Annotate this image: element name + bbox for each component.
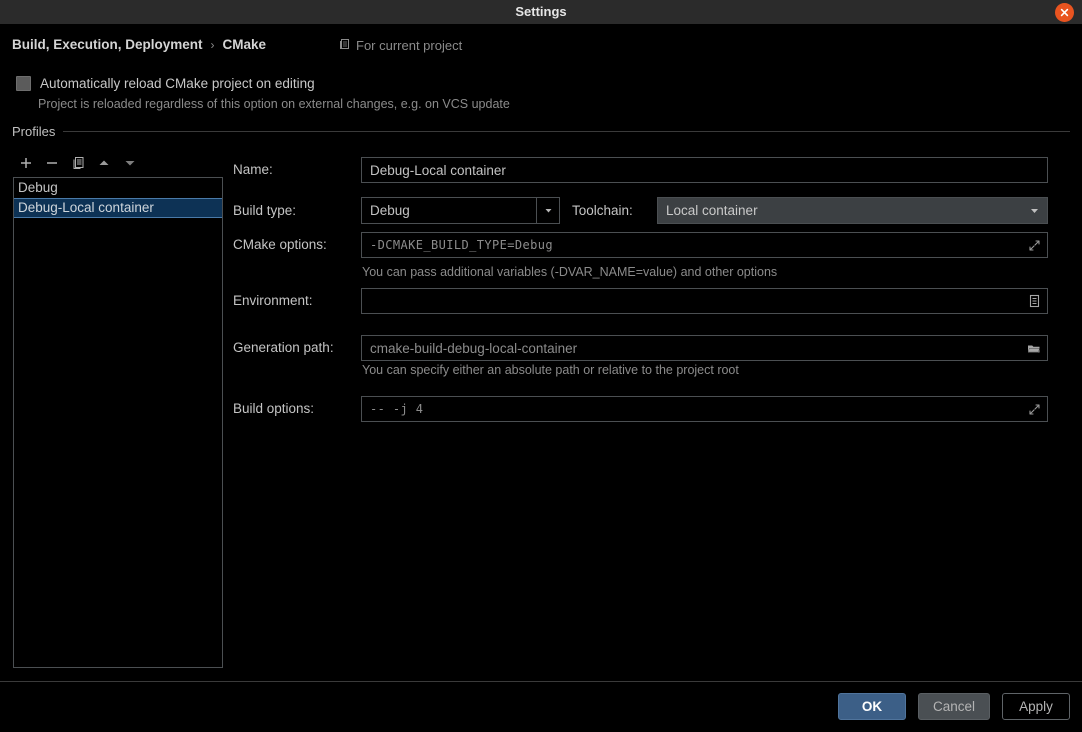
name-label: Name: — [233, 162, 273, 177]
title-bar: Settings — [0, 0, 1082, 24]
cmake-options-value: -DCMAKE_BUILD_TYPE=Debug — [370, 238, 553, 252]
name-input[interactable]: Debug-Local container — [361, 157, 1048, 183]
profiles-group-title: Profiles — [12, 124, 56, 139]
generation-path-hint: You can specify either an absolute path … — [362, 363, 739, 377]
expand-icon[interactable] — [1025, 400, 1043, 418]
minus-icon — [45, 156, 59, 170]
build-type-label: Build type: — [233, 203, 297, 218]
generation-path-value: cmake-build-debug-local-container — [370, 340, 578, 356]
build-options-value: -- -j 4 — [370, 402, 424, 416]
scope-indicator: For current project — [338, 38, 462, 53]
build-options-label: Build options: — [233, 401, 315, 416]
move-down-button[interactable] — [118, 152, 142, 174]
generation-path-input[interactable]: cmake-build-debug-local-container — [361, 335, 1048, 361]
profiles-list[interactable]: Debug Debug-Local container — [13, 177, 223, 668]
toolchain-select[interactable]: Local container — [657, 197, 1048, 224]
arrow-down-icon — [123, 156, 137, 170]
profiles-group-header: Profiles — [12, 124, 1070, 139]
expand-icon[interactable] — [1025, 236, 1043, 254]
apply-button[interactable]: Apply — [1002, 693, 1070, 720]
cmake-options-hint: You can pass additional variables (-DVAR… — [362, 265, 778, 279]
auto-reload-checkbox[interactable] — [16, 76, 31, 91]
name-input-value: Debug-Local container — [370, 162, 506, 178]
breadcrumb: Build, Execution, Deployment › CMake — [12, 37, 266, 52]
remove-profile-button[interactable] — [40, 152, 64, 174]
breadcrumb-current: CMake — [222, 37, 267, 52]
build-type-select[interactable]: Debug — [361, 197, 560, 224]
footer-divider — [0, 681, 1082, 682]
copy-icon — [338, 38, 350, 53]
dialog-footer: OK Cancel Apply — [837, 693, 1070, 720]
auto-reload-label: Automatically reload CMake project on ed… — [40, 76, 315, 91]
scope-label: For current project — [356, 38, 463, 53]
build-type-value: Debug — [370, 203, 410, 218]
auto-reload-checkbox-row[interactable]: Automatically reload CMake project on ed… — [16, 76, 315, 91]
environment-label: Environment: — [233, 293, 313, 308]
group-divider — [63, 131, 1070, 132]
auto-reload-hint: Project is reloaded regardless of this o… — [38, 97, 510, 111]
list-item[interactable]: Debug-Local container — [14, 198, 222, 218]
breadcrumb-root[interactable]: Build, Execution, Deployment — [12, 37, 203, 52]
cancel-button[interactable]: Cancel — [917, 693, 990, 720]
cmake-options-input[interactable]: -DCMAKE_BUILD_TYPE=Debug — [361, 232, 1048, 258]
list-icon[interactable] — [1025, 292, 1043, 310]
arrow-up-icon — [97, 156, 111, 170]
folder-icon[interactable] — [1025, 339, 1043, 357]
list-item[interactable]: Debug — [14, 178, 222, 198]
profiles-toolbar — [14, 152, 142, 174]
cmake-options-label: CMake options: — [233, 237, 327, 252]
chevron-down-icon[interactable] — [1021, 198, 1047, 223]
breadcrumb-separator: › — [210, 37, 215, 52]
settings-dialog: Settings Build, Execution, Deployment › … — [0, 0, 1082, 732]
close-button[interactable] — [1055, 3, 1074, 22]
build-options-input[interactable]: -- -j 4 — [361, 396, 1048, 422]
window-title: Settings — [515, 4, 567, 19]
move-up-button[interactable] — [92, 152, 116, 174]
toolchain-label: Toolchain: — [572, 203, 633, 218]
toolchain-value: Local container — [666, 203, 758, 218]
ok-button[interactable]: OK — [837, 693, 906, 720]
close-icon — [1059, 7, 1070, 18]
generation-path-label: Generation path: — [233, 340, 334, 355]
chevron-down-icon[interactable] — [536, 198, 559, 223]
environment-input[interactable] — [361, 288, 1048, 314]
copy-icon — [71, 156, 85, 170]
add-profile-button[interactable] — [14, 152, 38, 174]
copy-profile-button[interactable] — [66, 152, 90, 174]
plus-icon — [19, 156, 33, 170]
